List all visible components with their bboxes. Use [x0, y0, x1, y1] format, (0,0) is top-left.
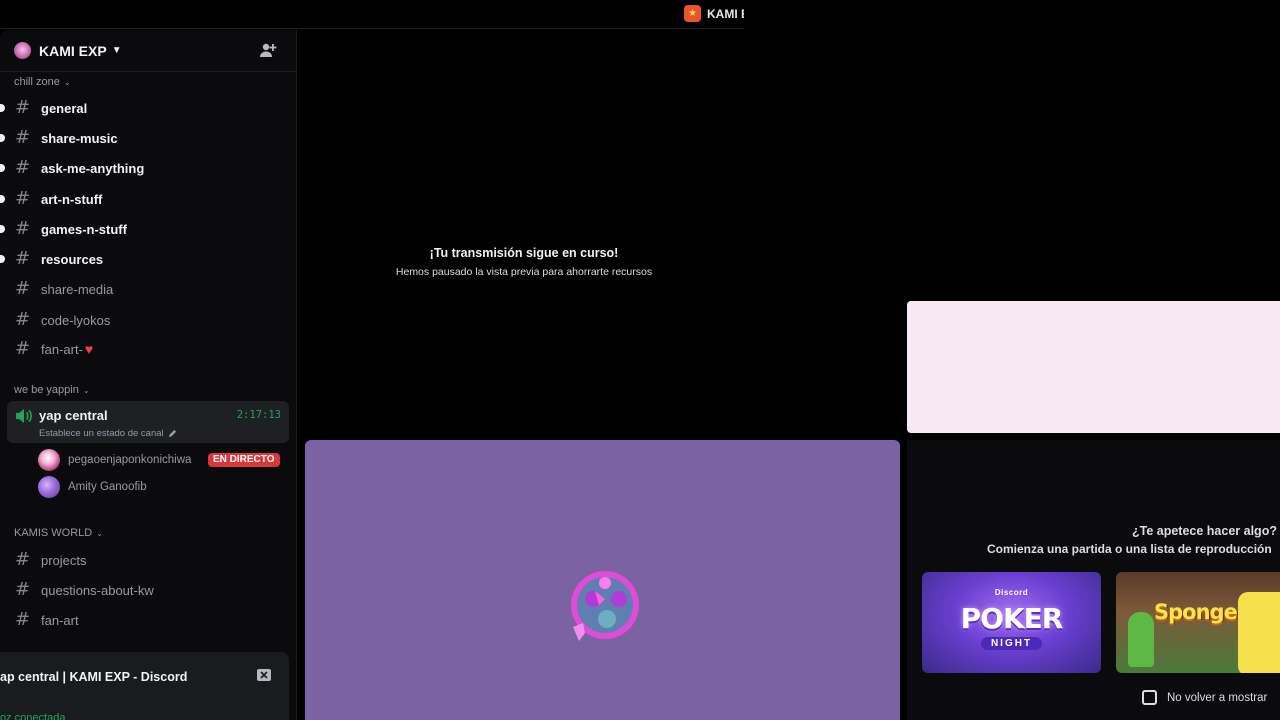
unread-indicator — [0, 104, 5, 112]
channel-label: fan-art- — [41, 341, 83, 357]
hash-icon: # — [15, 248, 31, 269]
avatar — [38, 476, 60, 498]
category-kamis-world[interactable]: KAMIS WORLD ⌄ — [14, 527, 103, 539]
hash-icon: # — [15, 549, 31, 570]
hash-icon: # — [15, 338, 31, 359]
activity-brand: Discord — [994, 588, 1029, 597]
channel-label: share-music — [41, 130, 118, 146]
voice-user[interactable]: pegaoenjaponkonichiwa — [38, 449, 191, 471]
username: pegaoenjaponkonichiwa — [68, 454, 192, 466]
channel-label: projects — [41, 552, 87, 568]
username: Amity Ganoofib — [68, 481, 147, 493]
channel-label: resources — [41, 251, 104, 267]
suggest-subtitle: Comienza una partida o una lista de repr… — [987, 542, 1272, 556]
channel-share-music[interactable]: # share-music — [0, 124, 289, 152]
participant-preview-panel — [907, 301, 1280, 433]
hash-icon: # — [15, 188, 31, 209]
participant-video-tile[interactable] — [305, 440, 900, 720]
activity-subtitle: NIGHT — [980, 637, 1043, 650]
hash-icon: # — [15, 579, 31, 600]
hash-icon: # — [15, 609, 31, 630]
connection-status: oz conectada — [0, 712, 66, 720]
app-icon: ★ — [684, 5, 701, 22]
activity-title: POKER — [960, 602, 1064, 635]
unread-indicator — [0, 134, 5, 142]
activity-card-spongebob[interactable]: SpongeBob — [1116, 572, 1280, 673]
hash-icon: # — [15, 309, 31, 330]
participant-avatar — [571, 571, 639, 641]
channel-games-n-stuff[interactable]: # games-n-stuff — [0, 215, 289, 243]
channel-label: art-n-stuff — [41, 191, 103, 207]
channel-projects[interactable]: # projects — [8, 546, 289, 574]
channel-art-n-stuff[interactable]: # art-n-stuff — [0, 185, 289, 213]
unread-indicator — [0, 225, 5, 233]
checkbox[interactable] — [1142, 690, 1157, 705]
suggest-title: ¿Te apetece hacer algo? — [1132, 524, 1277, 538]
poker-logo: POKER NIGHT — [922, 605, 1101, 651]
window-title-text: KAMI E — [707, 6, 744, 21]
voice-user[interactable]: Amity Ganoofib — [38, 476, 147, 498]
channel-code-lyokos[interactable]: # code-lyokos — [8, 306, 289, 334]
chevron-down-icon: ▼ — [111, 45, 122, 56]
channel-fan-art-heart[interactable]: # fan-art- ♥ — [8, 335, 289, 363]
channel-status-placeholder: Establece un estado de canal — [39, 428, 164, 439]
category-we-be-yappin[interactable]: we be yappin ⌄ — [14, 384, 90, 396]
plankton-figure — [1128, 612, 1154, 667]
voice-channel-label: yap central — [39, 408, 108, 423]
call-timer: 2:17:13 — [236, 409, 281, 421]
channel-label: games-n-stuff — [41, 221, 127, 237]
channel-resources[interactable]: # resources — [0, 245, 289, 273]
category-label: chill zone — [14, 76, 60, 88]
channel-status-input[interactable]: Establece un estado de canal — [39, 428, 177, 439]
voice-connection-panel: ap central | KAMI EXP - Discord oz conec… — [0, 652, 289, 720]
checkbox-label: No volver a mostrar — [1167, 691, 1268, 704]
invite-people-icon[interactable] — [258, 41, 278, 61]
speaker-icon — [16, 409, 32, 423]
channel-questions-about-kw[interactable]: # questions-about-kw — [8, 576, 289, 604]
spongebob-figure — [1238, 592, 1280, 673]
channel-label: fan-art — [41, 612, 79, 628]
category-label: KAMIS WORLD — [14, 527, 93, 539]
title-bar: ★ KAMI E — [0, 0, 744, 29]
close-popout-icon[interactable] — [257, 669, 271, 681]
channel-general[interactable]: # general — [0, 94, 289, 122]
pencil-icon — [168, 429, 176, 438]
chevron-down-icon: ⌄ — [63, 77, 71, 87]
category-label: we be yappin — [14, 384, 79, 396]
channel-label: questions-about-kw — [41, 582, 154, 598]
avatar — [38, 449, 60, 471]
activity-card-poker-night[interactable]: Discord POKER NIGHT — [922, 572, 1101, 673]
category-chill-zone[interactable]: chill zone ⌄ — [14, 76, 71, 88]
server-icon — [14, 42, 31, 59]
server-name: KAMI EXP — [39, 42, 107, 59]
unread-indicator — [0, 164, 5, 172]
hash-icon: # — [15, 97, 31, 118]
chevron-down-icon: ⌄ — [96, 528, 103, 538]
server-header[interactable]: KAMI EXP ▼ — [0, 30, 296, 72]
live-badge: EN DIRECTO — [208, 453, 280, 467]
stream-title: ¡Tu transmisión sigue en curso! — [429, 246, 619, 260]
channel-label: share-media — [41, 281, 114, 297]
channel-sidebar: KAMI EXP ▼ chill zone ⌄ # general # shar… — [0, 30, 297, 720]
dont-show-again-checkbox[interactable]: No volver a mostrar — [1142, 690, 1267, 705]
stream-paused-message: ¡Tu transmisión sigue en curso! Hemos pa… — [304, 246, 744, 278]
channel-fan-art[interactable]: # fan-art — [8, 606, 289, 634]
hash-icon: # — [15, 218, 31, 239]
unread-indicator — [0, 195, 5, 203]
unread-indicator — [0, 255, 5, 263]
window-title: ★ KAMI E — [684, 5, 744, 22]
hash-icon: # — [15, 157, 31, 178]
channel-label: code-lyokos — [41, 312, 111, 328]
hash-icon: # — [15, 278, 31, 299]
hash-icon: # — [15, 127, 31, 148]
channel-label: general — [41, 100, 88, 116]
heart-icon: ♥ — [84, 341, 94, 357]
chevron-down-icon: ⌄ — [82, 385, 90, 395]
popout-title: ap central | KAMI EXP - Discord — [0, 670, 188, 684]
channel-ask-me-anything[interactable]: # ask-me-anything — [0, 154, 289, 182]
channel-label: ask-me-anything — [41, 160, 145, 176]
voice-channel-yap-central[interactable]: yap central 2:17:13 Establece un estado … — [7, 401, 289, 443]
stream-subtitle: Hemos pausado la vista previa para ahorr… — [395, 266, 653, 278]
channel-share-media[interactable]: # share-media — [8, 275, 289, 303]
